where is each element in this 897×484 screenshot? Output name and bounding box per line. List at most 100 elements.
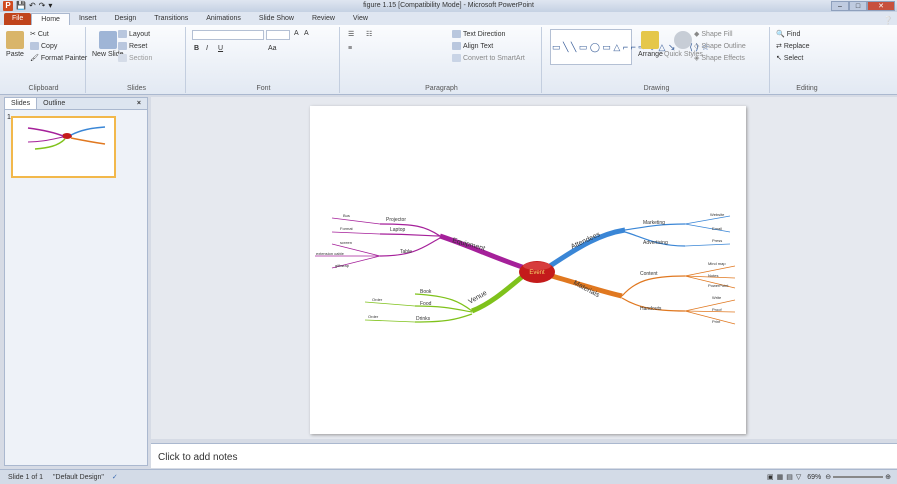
shape-fill-button[interactable]: ◆ Shape Fill — [694, 30, 733, 39]
leaf-print: Print — [712, 319, 721, 324]
tab-view[interactable]: View — [344, 13, 377, 25]
leaf-screen: screen — [340, 240, 352, 245]
shrink-font-label: A — [304, 30, 309, 37]
normal-view-icon[interactable]: ▣ — [767, 473, 774, 481]
paste-button[interactable]: Paste — [6, 31, 24, 58]
minimize-button[interactable]: – — [831, 1, 849, 11]
branch-equipment: Equipment — [451, 237, 485, 252]
copy-label: Copy — [41, 42, 58, 50]
section-button[interactable]: Section — [118, 54, 152, 62]
notes-pane[interactable]: Click to add notes — [151, 443, 897, 468]
zoom-out-icon[interactable]: ⊖ — [825, 473, 831, 481]
tab-design[interactable]: Design — [105, 13, 145, 25]
ribbon-tabs: File Home Insert Design Transitions Anim… — [0, 12, 897, 25]
reset-icon — [118, 42, 127, 50]
change-case-button[interactable]: Aa — [268, 45, 277, 52]
tab-file[interactable]: File — [4, 13, 32, 25]
zoom-level[interactable]: 69% — [807, 474, 821, 481]
numbering-button[interactable]: ☷ — [366, 30, 372, 38]
slides-group: New Slide Layout Reset Section Slides — [88, 27, 186, 93]
shrink-font-button[interactable]: A — [304, 30, 309, 37]
text-direction-icon — [452, 30, 461, 38]
bullets-icon: ☰ — [348, 31, 355, 38]
leaf-proof: Proof — [712, 307, 722, 312]
layout-icon — [118, 30, 127, 38]
grow-font-label: A — [294, 30, 299, 37]
bullets-button[interactable]: ☰ — [348, 30, 354, 38]
zoom-slider[interactable] — [833, 476, 884, 478]
title-bar: P 💾 ↶ ↷ ▾ figure 1.15 [Compatibility Mod… — [0, 0, 897, 12]
close-button[interactable]: ✕ — [867, 1, 895, 11]
slideshow-icon[interactable]: ▽ — [796, 473, 801, 481]
underline-button[interactable]: U — [218, 45, 223, 52]
ribbon: Paste ✂ Cut Copy 🖌 Format Painter Clipboar… — [0, 25, 897, 95]
window-title: figure 1.15 [Compatibility Mode] - Micro… — [363, 2, 534, 9]
tab-outline-panel[interactable]: Outline — [37, 98, 71, 109]
leaf-email: Email — [712, 226, 722, 231]
drawing-group: ▭ ╲ ╲ ▭ ◯ ▭ △ ⌐ ⌐ ⇨ ⇩ △ ↘ ⌒ ⟨ ⟩ ☆ Arrang… — [544, 27, 770, 93]
font-size-box[interactable] — [266, 30, 290, 40]
leaf-website: Website — [710, 212, 725, 217]
text-direction-button[interactable]: Text Direction — [452, 30, 505, 38]
leaf-notes: Notes — [708, 273, 718, 278]
arrange-button[interactable]: Arrange — [638, 31, 663, 58]
tab-transitions[interactable]: Transitions — [145, 13, 197, 25]
spell-check-icon[interactable]: ✓ — [112, 473, 118, 481]
shape-outline-label: Shape Outline — [701, 42, 746, 50]
shape-outline-button[interactable]: ◇ Shape Outline — [694, 42, 746, 51]
effects-icon: ◈ — [694, 55, 700, 62]
smartart-icon — [452, 54, 461, 62]
text-direction-label: Text Direction — [463, 30, 506, 38]
slide-thumbnail[interactable] — [11, 116, 116, 178]
bold-label: B — [194, 45, 200, 52]
theme-name: "Default Design" — [53, 473, 104, 481]
layout-button[interactable]: Layout — [118, 30, 150, 38]
reset-button[interactable]: Reset — [118, 42, 147, 50]
convert-smartart-button[interactable]: Convert to SmartArt — [452, 54, 525, 62]
align-text-label: Align Text — [463, 42, 494, 50]
copy-button[interactable]: Copy — [30, 42, 57, 50]
reset-label: Reset — [129, 42, 148, 50]
align-text-button[interactable]: Align Text — [452, 42, 493, 50]
editing-label: Editing — [796, 85, 818, 92]
slide[interactable]: Equipment Projector Laptop Table Bus For… — [310, 106, 746, 434]
grow-font-button[interactable]: A — [294, 30, 299, 37]
select-button[interactable]: ↖ Select — [776, 54, 803, 63]
slide-info: Slide 1 of 1 — [8, 473, 44, 481]
shapes-gallery[interactable]: ▭ ╲ ╲ ▭ ◯ ▭ △ ⌐ ⌐ ⇨ ⇩ △ ↘ ⌒ ⟨ ⟩ ☆ — [550, 29, 710, 65]
copy-icon — [30, 42, 39, 50]
tab-slides-panel[interactable]: Slides — [5, 98, 38, 109]
slide-sorter-icon[interactable]: ▦ — [777, 473, 784, 481]
leaf-bus: Bus — [343, 213, 350, 218]
close-panel-button[interactable]: × — [131, 98, 147, 109]
zoom-in-icon[interactable]: ⊕ — [885, 473, 891, 481]
scissors-icon: ✂ — [30, 31, 36, 38]
reading-view-icon[interactable]: ▤ — [786, 473, 793, 481]
tab-home[interactable]: Home — [31, 13, 70, 25]
help-icon[interactable]: ❔ — [879, 16, 897, 25]
replace-button[interactable]: ⇄ Replace — [776, 42, 810, 51]
tab-insert[interactable]: Insert — [70, 13, 106, 25]
paragraph-group: ☰ ☷ ≡ Text Direction Align Text Convert … — [342, 27, 542, 93]
format-painter-button[interactable]: 🖌 Format Painter — [30, 54, 88, 63]
replace-label: Replace — [783, 42, 810, 50]
outline-icon: ◇ — [694, 43, 700, 50]
shape-effects-button[interactable]: ◈ Shape Effects — [694, 54, 745, 63]
format-painter-label: Format Painter — [40, 54, 88, 62]
tab-slide-show[interactable]: Slide Show — [250, 13, 303, 25]
italic-button[interactable]: I — [206, 45, 208, 52]
paragraph-label: Paragraph — [425, 85, 458, 92]
find-button[interactable]: 🔍 Find — [776, 30, 800, 39]
cut-button[interactable]: ✂ Cut — [30, 30, 49, 39]
align-left-button[interactable]: ≡ — [348, 45, 352, 52]
status-bar: Slide 1 of 1 "Default Design" ✓ ▣ ▦ ▤ ▽ … — [0, 469, 897, 484]
view-buttons: ▣ ▦ ▤ ▽ — [767, 473, 801, 481]
bold-button[interactable]: B — [194, 45, 199, 52]
maximize-button[interactable]: □ — [849, 1, 867, 11]
tab-animations[interactable]: Animations — [197, 13, 250, 25]
shape-fill-label: Shape Fill — [701, 30, 733, 38]
tab-review[interactable]: Review — [303, 13, 344, 25]
node-handouts: Handouts — [640, 306, 662, 312]
leaf-order-drinks: Order — [368, 314, 379, 319]
font-name-box[interactable] — [192, 30, 264, 40]
